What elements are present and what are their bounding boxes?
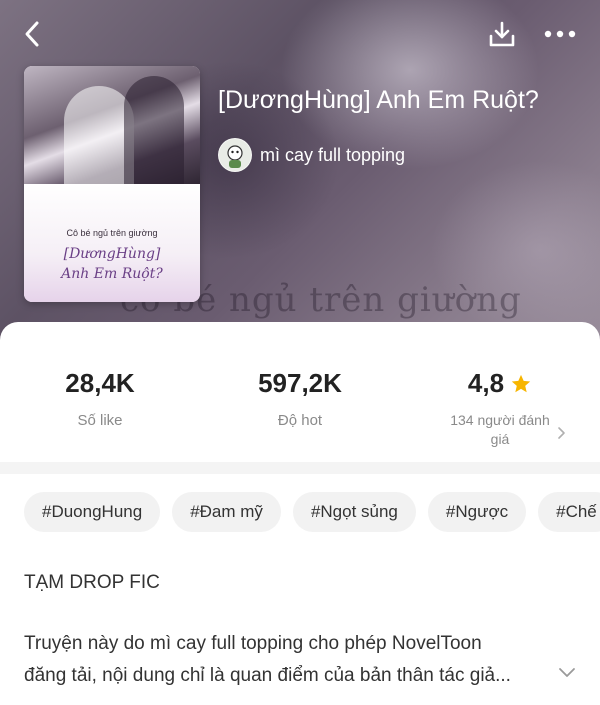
cover-photo [24, 66, 200, 184]
book-detail-sheet: 28,4K Số like 597,2K Độ hot 4,8 134 ngườ… [0, 322, 600, 705]
stat-label: Số like [77, 412, 123, 429]
cover-title-line2: Anh Em Ruột? [61, 266, 163, 282]
more-dots-icon [544, 30, 576, 38]
story-status: TẠM DROP FIC [24, 572, 160, 593]
chevron-down-icon[interactable] [558, 666, 576, 680]
cover-title: [DươngHùng] Anh Em Ruột? [24, 244, 200, 284]
back-chevron-icon [25, 21, 39, 47]
author-avatar-icon [227, 145, 243, 168]
author-name: mì cay full topping [260, 144, 406, 165]
stat-label: Độ hot [277, 412, 323, 429]
story-description[interactable]: Truyện này do mì cay full topping cho ph… [24, 628, 564, 692]
back-button[interactable] [14, 16, 50, 52]
tag-chip[interactable]: #DuongHung [24, 492, 161, 532]
stat-label: 134 người đánh giá [450, 412, 550, 447]
description-line2: đăng tải, nội dung chỉ là quan điểm của … [24, 665, 511, 686]
book-title: [DươngHùng] Anh Em Ruột? [218, 86, 539, 114]
tag-chip[interactable]: #Đam mỹ [172, 492, 281, 532]
stat-hot: 597,2K Độ hot [200, 368, 400, 430]
star-icon [511, 374, 531, 392]
stat-value: 597,2K [258, 368, 342, 398]
download-button[interactable] [482, 14, 522, 54]
stat-value: 28,4K [65, 368, 135, 398]
author-link[interactable]: mì cay full topping [218, 138, 405, 172]
section-divider [0, 462, 600, 474]
stats-row: 28,4K Số like 597,2K Độ hot 4,8 134 ngườ… [0, 322, 600, 462]
tag-list: #DuongHung #Đam mỹ #Ngọt sủng #Ngược #Chế [24, 492, 600, 532]
more-options-button[interactable] [538, 14, 582, 54]
cover-subtitle: Cô bé ngủ trên giường [66, 228, 158, 238]
download-icon [489, 21, 515, 47]
stat-likes: 28,4K Số like [0, 368, 200, 430]
book-cover[interactable]: Cô bé ngủ trên giường [DươngHùng] Anh Em… [24, 66, 200, 302]
description-line1: Truyện này do mì cay full topping cho ph… [24, 633, 482, 654]
avatar [218, 138, 252, 172]
book-header: cô bé ngủ trên giường Cô bé ngủ trên giư… [0, 0, 600, 360]
stat-value: 4,8 [467, 368, 505, 398]
rating-value-wrap: 4,8 [468, 368, 532, 399]
chevron-right-icon [558, 427, 565, 439]
stat-rating[interactable]: 4,8 134 người đánh giá [400, 368, 600, 449]
tag-chip[interactable]: #Chế [538, 492, 600, 532]
tag-chip[interactable]: #Ngược [427, 492, 527, 532]
cover-title-line1: [DươngHùng] [63, 246, 161, 262]
tag-chip[interactable]: #Ngọt sủng [292, 492, 416, 532]
